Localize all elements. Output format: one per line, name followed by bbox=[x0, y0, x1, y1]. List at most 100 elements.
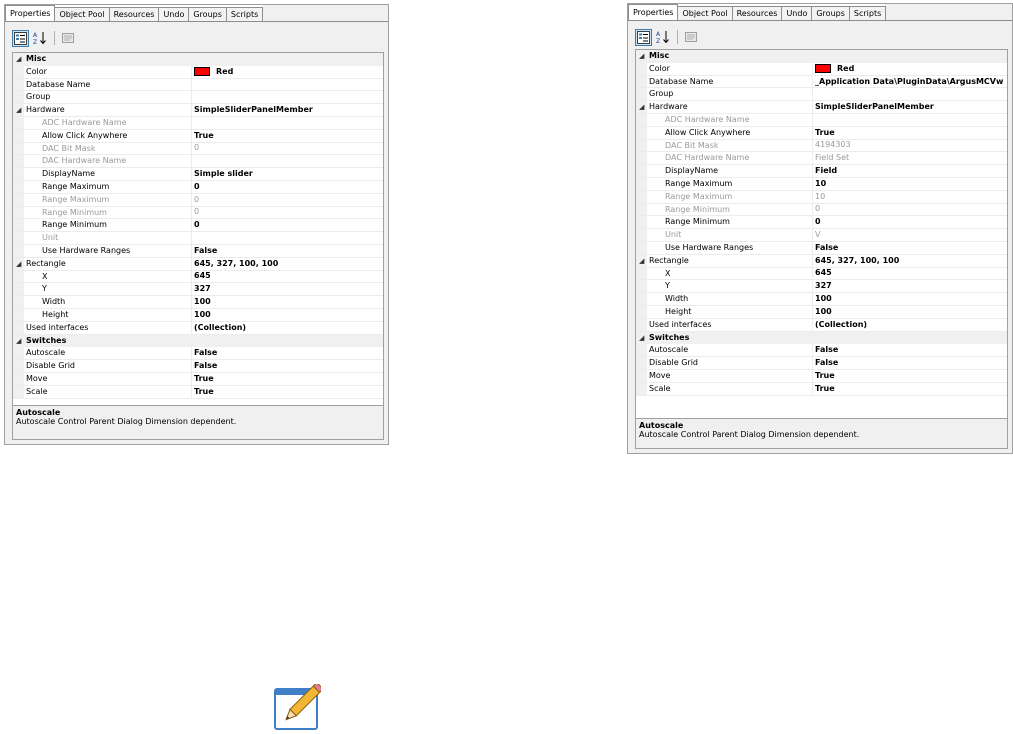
categorized-view-icon[interactable] bbox=[12, 29, 29, 47]
tab-properties[interactable]: Properties bbox=[628, 4, 679, 20]
property-value[interactable]: V bbox=[813, 229, 1007, 241]
property-row-range-maximum[interactable]: Range Maximum 0 bbox=[13, 193, 383, 207]
category-row-switches[interactable]: ◢ Switches bbox=[13, 334, 383, 348]
property-value[interactable] bbox=[192, 117, 383, 129]
property-row-height[interactable]: Height 100 bbox=[636, 305, 1007, 319]
property-value[interactable]: 0 bbox=[192, 181, 383, 193]
property-row-database-name[interactable]: Database Name bbox=[13, 78, 383, 92]
property-row-dac-bit-mask[interactable]: DAC Bit Mask 0 bbox=[13, 142, 383, 156]
property-row-autoscale[interactable]: Autoscale False bbox=[13, 347, 383, 361]
property-row-group[interactable]: Group bbox=[636, 88, 1007, 102]
property-value[interactable]: SimpleSliderPanelMember bbox=[192, 104, 383, 116]
property-row-allow-click-anywhere[interactable]: Allow Click Anywhere True bbox=[13, 129, 383, 143]
property-value[interactable]: 100 bbox=[192, 309, 383, 321]
property-value[interactable]: 0 bbox=[192, 207, 383, 219]
property-value[interactable]: 100 bbox=[813, 306, 1007, 318]
property-value[interactable]: False bbox=[192, 347, 383, 359]
property-row-use-hardware-ranges[interactable]: Use Hardware Ranges False bbox=[636, 241, 1007, 255]
property-value[interactable]: 0 bbox=[813, 204, 1007, 216]
property-row-disable-grid[interactable]: Disable Grid False bbox=[13, 360, 383, 373]
property-row-hardware[interactable]: ◢ Hardware SimpleSliderPanelMember bbox=[13, 104, 383, 117]
property-value[interactable]: 645, 327, 100, 100 bbox=[813, 255, 1007, 267]
property-row-y[interactable]: Y 327 bbox=[13, 283, 383, 297]
tab-object-pool[interactable]: Object Pool bbox=[677, 6, 733, 20]
property-value[interactable]: _Application Data\PluginData\ArgusMCVw bbox=[813, 76, 1007, 88]
tab-resources[interactable]: Resources bbox=[108, 7, 160, 21]
tab-undo[interactable]: Undo bbox=[781, 6, 813, 20]
property-value[interactable]: 10 bbox=[813, 191, 1007, 203]
expand-triangle-icon[interactable]: ◢ bbox=[639, 257, 644, 265]
property-value[interactable]: Red bbox=[813, 63, 1007, 75]
property-row-autoscale[interactable]: Autoscale False bbox=[636, 344, 1007, 358]
property-value[interactable]: Simple slider bbox=[192, 168, 383, 180]
expand-triangle-icon[interactable]: ◢ bbox=[639, 52, 644, 60]
property-value[interactable]: False bbox=[192, 245, 383, 257]
property-row-displayname[interactable]: DisplayName Simple slider bbox=[13, 168, 383, 181]
property-pages-icon[interactable] bbox=[682, 29, 699, 46]
property-row-used-interfaces[interactable]: Used interfaces (Collection) bbox=[13, 321, 383, 335]
category-row-switches[interactable]: ◢ Switches bbox=[636, 331, 1007, 345]
property-row-database-name[interactable]: Database Name _Application Data\PluginDat… bbox=[636, 75, 1007, 89]
property-value[interactable]: False bbox=[813, 242, 1007, 254]
property-value[interactable]: True bbox=[813, 370, 1007, 382]
property-row-move[interactable]: Move True bbox=[13, 372, 383, 386]
property-value[interactable]: 0 bbox=[192, 219, 383, 231]
property-row-range-minimum[interactable]: Range Minimum 0 bbox=[636, 203, 1007, 217]
tab-scripts[interactable]: Scripts bbox=[848, 6, 887, 20]
property-row-x[interactable]: X 645 bbox=[636, 267, 1007, 281]
expand-triangle-icon[interactable]: ◢ bbox=[16, 55, 21, 63]
property-row-allow-click-anywhere[interactable]: Allow Click Anywhere True bbox=[636, 126, 1007, 140]
property-row-range-minimum[interactable]: Range Minimum 0 bbox=[636, 216, 1007, 230]
categorized-view-icon[interactable] bbox=[635, 28, 652, 46]
expand-triangle-icon[interactable]: ◢ bbox=[16, 260, 21, 268]
property-value[interactable]: False bbox=[813, 344, 1007, 356]
property-value[interactable]: SimpleSliderPanelMember bbox=[813, 101, 1007, 113]
property-value[interactable]: True bbox=[813, 383, 1007, 395]
property-value[interactable]: 645, 327, 100, 100 bbox=[192, 258, 383, 270]
property-row-adc-hardware-name[interactable]: ADC Hardware Name bbox=[13, 116, 383, 130]
property-value[interactable]: 0 bbox=[192, 143, 383, 155]
property-row-range-maximum[interactable]: Range Maximum 10 bbox=[636, 190, 1007, 204]
property-value[interactable]: False bbox=[192, 360, 383, 372]
property-value[interactable]: 645 bbox=[192, 271, 383, 283]
property-row-color[interactable]: Color Red bbox=[636, 62, 1007, 76]
tab-undo[interactable]: Undo bbox=[158, 7, 190, 21]
property-value[interactable]: Field bbox=[813, 165, 1007, 177]
property-row-y[interactable]: Y 327 bbox=[636, 280, 1007, 294]
property-value[interactable] bbox=[192, 91, 383, 103]
pencil-edit-icon[interactable] bbox=[273, 681, 324, 732]
property-row-adc-hardware-name[interactable]: ADC Hardware Name bbox=[636, 113, 1007, 127]
property-row-hardware[interactable]: ◢ Hardware SimpleSliderPanelMember bbox=[636, 101, 1007, 114]
tab-scripts[interactable]: Scripts bbox=[225, 7, 264, 21]
property-value[interactable] bbox=[813, 114, 1007, 126]
tab-groups[interactable]: Groups bbox=[188, 7, 227, 21]
property-value[interactable]: 645 bbox=[813, 268, 1007, 280]
property-row-range-maximum[interactable]: Range Maximum 10 bbox=[636, 177, 1007, 191]
property-value[interactable]: False bbox=[813, 357, 1007, 369]
property-value[interactable]: 10 bbox=[813, 178, 1007, 190]
property-row-group[interactable]: Group bbox=[13, 91, 383, 105]
property-row-rectangle[interactable]: ◢ Rectangle 645, 327, 100, 100 bbox=[636, 254, 1007, 268]
tab-properties[interactable]: Properties bbox=[5, 5, 56, 21]
property-row-range-maximum[interactable]: Range Maximum 0 bbox=[13, 180, 383, 194]
property-value[interactable] bbox=[192, 232, 383, 244]
property-value[interactable]: True bbox=[192, 130, 383, 142]
property-row-x[interactable]: X 645 bbox=[13, 270, 383, 284]
property-value[interactable]: 4194303 bbox=[813, 140, 1007, 152]
property-value[interactable]: 0 bbox=[192, 194, 383, 206]
tab-object-pool[interactable]: Object Pool bbox=[54, 7, 110, 21]
property-value[interactable]: 327 bbox=[813, 280, 1007, 292]
property-row-disable-grid[interactable]: Disable Grid False bbox=[636, 357, 1007, 370]
property-row-displayname[interactable]: DisplayName Field bbox=[636, 165, 1007, 178]
property-value[interactable]: True bbox=[192, 373, 383, 385]
alphabetical-sort-icon[interactable]: AZ bbox=[654, 29, 671, 46]
tab-resources[interactable]: Resources bbox=[731, 6, 783, 20]
tab-groups[interactable]: Groups bbox=[811, 6, 850, 20]
alphabetical-sort-icon[interactable]: AZ bbox=[31, 30, 48, 47]
property-pages-icon[interactable] bbox=[59, 30, 76, 47]
property-value[interactable]: True bbox=[192, 386, 383, 398]
category-row-misc[interactable]: ◢ Misc bbox=[636, 50, 1007, 63]
expand-triangle-icon[interactable]: ◢ bbox=[639, 334, 644, 342]
property-value[interactable]: Field Set bbox=[813, 152, 1007, 164]
property-row-range-minimum[interactable]: Range Minimum 0 bbox=[13, 219, 383, 233]
